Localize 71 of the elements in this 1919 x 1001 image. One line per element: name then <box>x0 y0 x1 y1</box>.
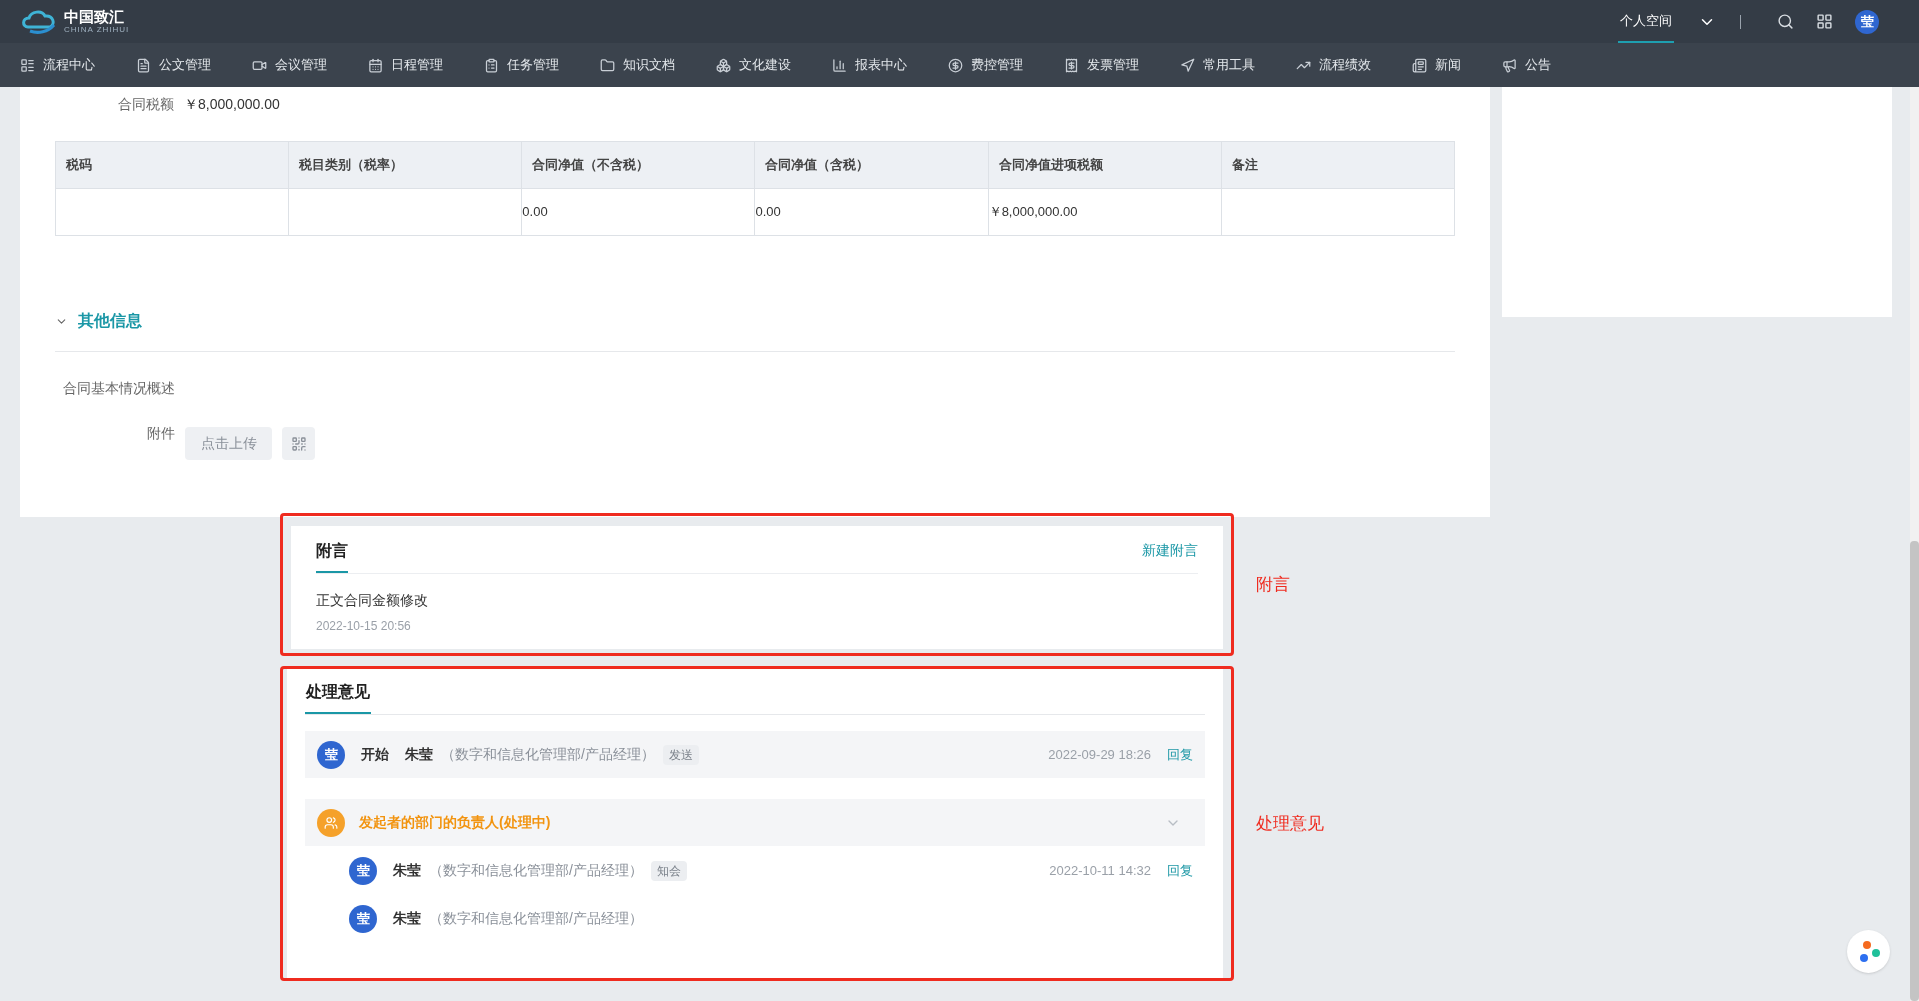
postscript-tab[interactable]: 附言 <box>316 539 348 573</box>
chart-icon <box>832 57 847 73</box>
nav-item[interactable]: 任务管理 <box>484 55 559 75</box>
nav-item[interactable]: 费控管理 <box>948 55 1023 75</box>
grid-icon[interactable] <box>1816 13 1833 30</box>
nav-item[interactable]: 会议管理 <box>252 55 327 75</box>
avatar: 莹 <box>317 740 345 769</box>
annotation-label: 附言 <box>1256 573 1290 596</box>
nav-item[interactable]: 发票管理 <box>1064 55 1139 75</box>
annotation-label: 处理意见 <box>1256 812 1324 835</box>
table-cell: ￥8,000,000.00 <box>988 188 1222 236</box>
nav-item[interactable]: 公文管理 <box>136 55 211 75</box>
step-label: 开始 <box>361 745 389 764</box>
reply-link[interactable]: 回复 <box>1167 860 1193 881</box>
column-header: 合同净值进项税额 <box>988 141 1222 189</box>
nav-item[interactable]: 流程绩效 <box>1296 55 1371 75</box>
nav-item[interactable]: 常用工具 <box>1180 55 1255 75</box>
action-tag: 发送 <box>662 744 699 765</box>
column-header: 税目类别（税率） <box>288 141 522 189</box>
department-text: （数字和信息化管理部/产品经理） <box>441 745 655 764</box>
calendar-icon <box>368 57 383 73</box>
nav-item[interactable]: 公告 <box>1502 55 1551 75</box>
timestamp: 2022-09-29 18:26 <box>1048 745 1151 764</box>
department-text: （数字和信息化管理部/产品经理） <box>429 909 643 928</box>
clipboard-icon <box>484 57 499 73</box>
column-header: 合同净值（不含税） <box>521 141 755 189</box>
action-tag: 知会 <box>650 860 687 881</box>
newspaper-icon <box>1412 57 1427 73</box>
group-title: 发起者的部门的负责人(处理中) <box>359 813 551 832</box>
field-label: 合同税额 <box>118 94 174 114</box>
logo-subtext: CHINA ZHIHUI <box>64 26 130 34</box>
opinions-tab[interactable]: 处理意见 <box>305 680 371 714</box>
search-icon[interactable] <box>1777 13 1794 30</box>
table-cell: 0.00 <box>521 188 755 236</box>
nav-item[interactable]: 流程中心 <box>20 55 95 75</box>
column-header: 合同净值（含税） <box>754 141 989 189</box>
new-postscript-link[interactable]: 新建附言 <box>1142 540 1198 573</box>
nav-item[interactable]: 新闻 <box>1412 55 1461 75</box>
person-name: 朱莹 <box>393 861 421 880</box>
person-name: 朱莹 <box>393 909 421 928</box>
nav-item[interactable]: 报表中心 <box>832 55 907 75</box>
department-text: （数字和信息化管理部/产品经理） <box>429 861 643 880</box>
column-header: 税码 <box>55 141 289 189</box>
field-label: 合同基本情况概述 <box>63 379 176 398</box>
megaphone-icon <box>1502 57 1517 73</box>
timestamp: 2022-10-15 20:56 <box>316 618 412 635</box>
assistant-button[interactable] <box>1847 930 1890 973</box>
nav-item[interactable]: 文化建设 <box>716 55 791 75</box>
field-value: ￥8,000,000.00 <box>184 94 280 114</box>
qr-code-button[interactable] <box>282 427 315 460</box>
timestamp: 2022-10-11 14:32 <box>1049 861 1151 880</box>
document-icon <box>136 57 151 73</box>
receipt-icon <box>1064 57 1079 73</box>
qr-code-icon <box>290 435 307 452</box>
logo-text: 中国致汇 <box>64 9 125 24</box>
coin-icon <box>948 57 963 73</box>
list-icon <box>20 57 35 73</box>
nav-item[interactable]: 知识文档 <box>600 55 675 75</box>
field-label: 附件 <box>147 424 175 443</box>
avatar: 莹 <box>1855 9 1879 34</box>
postscript-text: 正文合同金额修改 <box>316 591 429 610</box>
avatar: 莹 <box>349 856 377 885</box>
person-name: 朱莹 <box>405 745 433 764</box>
group-icon <box>317 808 345 837</box>
nav-item[interactable]: 日程管理 <box>368 55 443 75</box>
cluster-icon <box>716 57 731 73</box>
folder-icon <box>600 57 615 73</box>
avatar: 莹 <box>349 904 377 933</box>
column-header: 备注 <box>1221 141 1455 189</box>
table-cell: 0.00 <box>754 188 989 236</box>
send-icon <box>1180 57 1195 73</box>
